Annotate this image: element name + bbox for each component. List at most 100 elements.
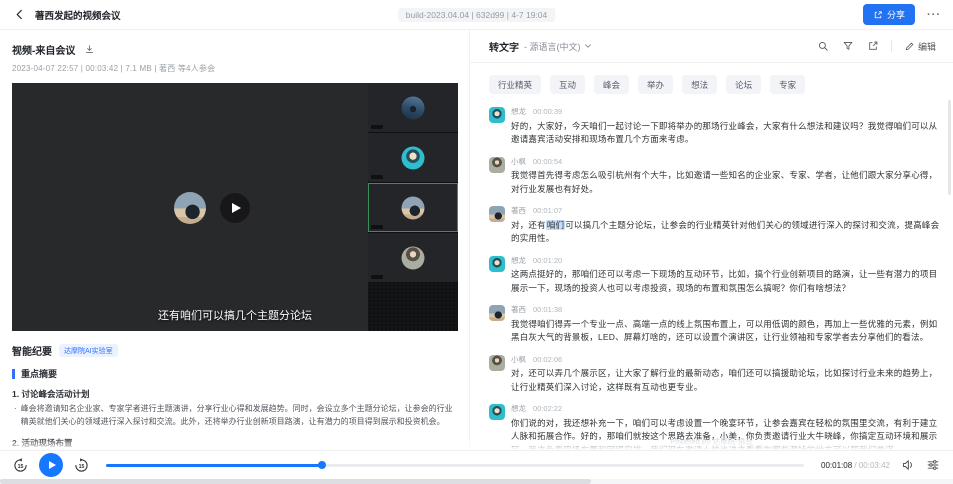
volume-icon xyxy=(901,458,915,472)
speaker-name: 想龙 xyxy=(511,403,526,414)
participant-tile[interactable] xyxy=(368,133,458,183)
participant-avatar xyxy=(402,96,425,119)
message-text: 对，还有咱们可以搞几个主题分论坛，让参会的行业精英针对他们关心的领域进行深入的探… xyxy=(511,219,941,246)
speaker-name: 著西 xyxy=(511,205,526,216)
divider xyxy=(891,40,892,52)
transcript-list: 想龙 00:00:39 好的，大家好，今天咱们一起讨论一下即将举办的那场行业峰会，… xyxy=(470,98,953,450)
keyword-chip[interactable]: 专家 xyxy=(770,75,805,94)
keyword-chip[interactable]: 峰会 xyxy=(594,75,629,94)
speaker-name: 想龙 xyxy=(511,255,526,266)
transcript-entry[interactable]: 想龙00:00:39 好的，大家好，今天咱们一起讨论一下即将举办的那场行业峰会，… xyxy=(489,106,941,147)
video-meta: 2023-04-07 22:57 | 00:03:42 | 7.1 MB | 著… xyxy=(12,63,457,74)
summary-item-title: 2. 活动现场布置 xyxy=(12,437,457,449)
message-text: 对，还可以弄几个展示区，让大家了解行业的最新动态，咱们还可以搞援助论坛，比如探讨… xyxy=(511,367,941,394)
participant-tile[interactable] xyxy=(368,233,458,283)
keyword-chip[interactable]: 论坛 xyxy=(726,75,761,94)
rewind-15-button[interactable]: 15 xyxy=(13,458,28,473)
top-bar: 著西发起的视频会议 build-2023.04.04 | 632d99 | 4-… xyxy=(0,0,953,30)
rewind-15-icon: 15 xyxy=(13,458,28,473)
horizontal-scrollbar-thumb[interactable] xyxy=(0,479,591,484)
summary-item-text: 峰会将邀请知名企业家、专家学者进行主题演讲，分享行业心得和发展趋势。同时，会设立… xyxy=(21,403,455,428)
horizontal-scrollbar xyxy=(0,479,953,484)
video-subtitle: 还有咱们可以搞几个主题分论坛 xyxy=(12,307,458,323)
forward-15-icon: 15 xyxy=(74,458,89,473)
current-time: 00:01:08 xyxy=(821,461,852,470)
main-area: 视频-来自会议 2023-04-07 22:57 | 00:03:42 | 7.… xyxy=(0,30,953,450)
play-icon xyxy=(232,203,241,213)
participant-name-tag xyxy=(371,275,383,279)
chevron-left-icon xyxy=(14,9,25,20)
timestamp: 00:02:22 xyxy=(533,404,562,413)
summary-item: 1. 讨论峰会活动计划 ·峰会将邀请知名企业家、专家学者进行主题演讲，分享行业心… xyxy=(12,388,457,428)
transcript-entry[interactable]: 著西00:01:38 我觉得咱们得弄一个专业一点、高端一点的线上氛围布置上，可以… xyxy=(489,304,941,345)
video-title: 视频-来自会议 xyxy=(12,42,75,57)
transcript-entry[interactable]: 小枫 00:00:54 我觉得首先得考虑怎么吸引杭州有个大牛，比如邀请一些知名的企… xyxy=(489,156,941,197)
transcript-entry[interactable]: 著西 00:01:07 对，还有咱们可以搞几个主题分论坛，让参会的行业精英针对他们… xyxy=(489,205,941,246)
participant-strip xyxy=(368,83,458,331)
edit-button[interactable]: 编辑 xyxy=(903,39,937,54)
pencil-icon xyxy=(904,41,915,52)
summary-tag: 达摩院AI实验室 xyxy=(59,344,118,357)
timestamp: 00:00:39 xyxy=(533,107,562,116)
message-text: 我觉得咱们得弄一个专业一点、高端一点的线上氛围布置上，可以用低调的颜色，再加上一… xyxy=(511,318,941,345)
keyword-chip[interactable]: 行业精英 xyxy=(489,75,541,94)
timestamp: 00:02:06 xyxy=(533,355,562,364)
highlighted-word: 咱们 xyxy=(546,220,565,230)
forward-15-button[interactable]: 15 xyxy=(74,458,89,473)
speaker-avatar xyxy=(489,305,505,321)
play-overlay-button[interactable] xyxy=(220,193,250,223)
speaker-avatar xyxy=(489,157,505,173)
language-selector[interactable]: - 源语言(中文) xyxy=(524,40,592,53)
speaker-avatar xyxy=(489,107,505,123)
export-button[interactable] xyxy=(866,39,880,53)
play-button[interactable] xyxy=(39,453,63,477)
share-button-label: 分享 xyxy=(887,8,905,21)
share-button[interactable]: 分享 xyxy=(863,4,915,25)
speaker-avatar xyxy=(489,355,505,371)
time-separator: / xyxy=(854,461,856,470)
bullet-dot: · xyxy=(14,403,17,428)
svg-text:15: 15 xyxy=(79,463,85,469)
message-text: 好的，大家好，今天咱们一起讨论一下即将举办的那场行业峰会，大家有什么想法和建议吗… xyxy=(511,120,941,147)
filter-button[interactable] xyxy=(841,39,855,53)
transcript-entry[interactable]: 小枫 00:02:06 对，还可以弄几个展示区，让大家了解行业的最新动态，咱们还可… xyxy=(489,354,941,395)
message-text: 这两点挺好的，那咱们还可以考虑一下现场的互动环节，比如，搞个行业创新项目的路演，… xyxy=(511,268,941,295)
more-button[interactable]: ··· xyxy=(927,9,941,21)
speaker-avatar xyxy=(489,256,505,272)
participant-tile[interactable] xyxy=(368,83,458,133)
transcript-panel: 转文字 - 源语言(中文) xyxy=(470,30,953,450)
playhead[interactable] xyxy=(318,461,326,469)
timestamp: 00:01:07 xyxy=(533,206,562,215)
search-button[interactable] xyxy=(816,39,830,53)
edit-label: 编辑 xyxy=(918,40,936,53)
speaker-avatar xyxy=(174,192,206,224)
summary-item-title: 1. 讨论峰会活动计划 xyxy=(12,388,457,400)
transcript-header: 转文字 - 源语言(中文) xyxy=(470,30,953,63)
speaker-name: 小枫 xyxy=(511,354,526,365)
timestamp: 00:00:54 xyxy=(533,157,562,166)
volume-button[interactable] xyxy=(901,458,915,472)
video-panel: 视频-来自会议 2023-04-07 22:57 | 00:03:42 | 7.… xyxy=(0,30,470,450)
total-time: 00:03:42 xyxy=(859,461,890,470)
participant-tile-active[interactable] xyxy=(368,183,458,233)
participant-avatar xyxy=(402,146,425,169)
svg-text:15: 15 xyxy=(18,463,24,469)
video-player[interactable]: 还有咱们可以搞几个主题分论坛 xyxy=(12,83,458,331)
playback-settings-button[interactable] xyxy=(926,458,940,472)
participant-name-tag xyxy=(371,125,383,129)
download-button[interactable] xyxy=(83,43,96,56)
section-title: 重点摘要 xyxy=(12,369,457,379)
seek-bar[interactable] xyxy=(106,464,804,467)
keyword-chip[interactable]: 想法 xyxy=(682,75,717,94)
scrollbar-thumb[interactable] xyxy=(948,100,951,195)
message-text: 我觉得首先得考虑怎么吸引杭州有个大牛，比如邀请一些知名的企业家、专家、学者，让他… xyxy=(511,169,941,196)
page-title: 著西发起的视频会议 xyxy=(35,8,121,22)
speaker-avatar xyxy=(489,206,505,222)
keyword-chip[interactable]: 互动 xyxy=(550,75,585,94)
back-button[interactable] xyxy=(12,7,27,22)
transcript-entry[interactable]: 想龙00:01:20 这两点挺好的，那咱们还可以考虑一下现场的互动环节，比如，搞… xyxy=(489,255,941,296)
app-window: 著西发起的视频会议 build-2023.04.04 | 632d99 | 4-… xyxy=(0,0,953,484)
chevron-down-icon xyxy=(584,42,592,50)
keyword-chip[interactable]: 举办 xyxy=(638,75,673,94)
speaker-name: 小枫 xyxy=(511,156,526,167)
